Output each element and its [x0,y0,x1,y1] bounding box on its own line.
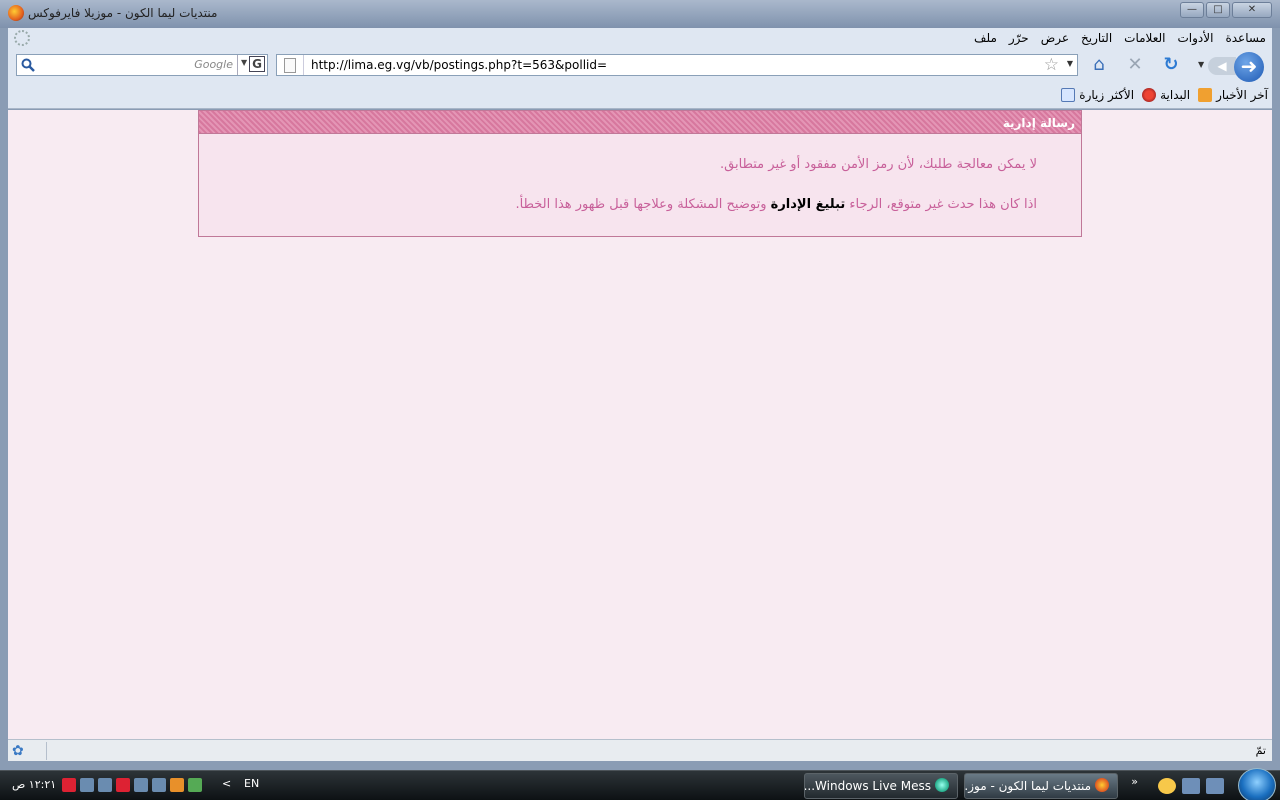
addon-status-icon[interactable]: ✿ [12,743,24,759]
stop-icon[interactable]: ✕ [1124,55,1146,75]
address-bar[interactable]: http://lima.eg.vg/vb/postings.php?t=563&… [276,54,1078,76]
quick-launch [1158,778,1224,794]
reload-icon[interactable]: ↻ [1160,55,1182,75]
messenger-smiley-icon[interactable] [1158,778,1176,794]
taskbar-messenger-label: Windows Live Mess... [804,779,931,793]
power-icon[interactable] [98,778,112,792]
bookmark-label: البداية [1160,88,1191,102]
bookmark-folder-icon [1061,88,1076,102]
admin-message-body: لا يمكن معالجة طلبك، لأن رمز الأمن مفقود… [515,155,1037,215]
history-dropdown-icon[interactable]: ▼ [1198,60,1204,69]
admin-message-title: رسالة إدارية [1002,116,1075,130]
menu-history[interactable]: التاريخ [1081,31,1112,45]
taskbar: » منتديات ليما الكون - موز... Windows Li… [0,768,1280,800]
chevron-down-icon[interactable]: ▼ [1067,59,1073,68]
update-icon[interactable] [170,778,184,792]
search-input[interactable]: Google ▼ G [16,54,268,76]
status-divider [46,742,47,760]
menu-file[interactable]: ملف [974,31,997,45]
language-indicator[interactable]: EN [244,777,259,790]
volume-muted-icon[interactable] [62,778,76,792]
search-icon[interactable] [21,58,35,72]
show-desktop-icon[interactable] [1206,778,1224,794]
browser-window: منتديات ليما الكون - موزيلا فايرفوكس — □… [0,0,1280,770]
bookmarks-toolbar: الأكثر زيارة البداية آخر الأخبار [8,82,1272,109]
antivirus-icon[interactable] [116,778,130,792]
tray-expand-icon[interactable]: < [222,777,231,790]
monitor-icon[interactable] [134,778,148,792]
bookmark-latest-headlines[interactable]: آخر الأخبار [1198,88,1268,102]
menu-view[interactable]: عرض [1041,31,1069,45]
close-button[interactable]: ✕ [1232,2,1272,18]
network-icon[interactable] [80,778,94,792]
admin-message-header: رسالة إدارية [199,111,1081,134]
messenger-status-icon[interactable] [188,778,202,792]
menu-bar: ملف حرّر عرض التاريخ العلامات الأدوات مس… [8,28,1272,50]
url-divider [303,55,304,75]
minimize-button[interactable]: — [1180,2,1204,18]
instructions-text-before: اذا كان هذا حدث غير متوقع، الرجاء [849,197,1037,212]
star-icon[interactable]: ☆ [1044,55,1059,75]
back-forward-group: ▼ ◀ ➜ [1194,52,1264,82]
back-button[interactable]: ➜ [1234,52,1264,82]
system-tray [62,778,202,792]
google-icon: G [249,56,265,72]
bookmark-label: آخر الأخبار [1216,88,1268,102]
instructions-text-after: وتوضيح المشكلة وعلاجها قبل ظهور هذا الخط… [515,197,767,212]
status-text: تمّ [1255,744,1266,757]
navigation-toolbar: Google ▼ G http://lima.eg.vg/vb/postings… [8,50,1272,82]
menu-bookmarks[interactable]: العلامات [1124,31,1165,45]
menu-help[interactable]: مساعدة [1225,31,1266,45]
bookmark-label: الأكثر زيارة [1079,88,1135,102]
bookmark-site-icon [1142,88,1157,102]
quicklaunch-more-icon[interactable]: » [1131,775,1138,788]
page-content: رسالة إدارية لا يمكن معالجة طلبك، لأن رم… [8,110,1272,739]
throbber-icon [14,30,30,46]
taskbar-firefox-button[interactable]: منتديات ليما الكون - موز... [964,773,1118,799]
firefox-icon [1095,778,1109,792]
contact-admin-link[interactable]: تبليغ الإدارة [771,197,846,212]
tool-icon[interactable] [152,778,166,792]
title-bar[interactable]: منتديات ليما الكون - موزيلا فايرفوكس — □… [0,0,1280,28]
taskbar-messenger-button[interactable]: Windows Live Mess... [804,773,958,799]
chevron-down-icon: ▼ [241,58,248,67]
bookmark-getting-started[interactable]: البداية [1142,88,1190,102]
firefox-icon[interactable] [8,5,24,21]
window-controls: — □ ✕ [1180,2,1272,18]
page-icon [284,58,296,73]
search-engine-button[interactable]: ▼ G [237,55,267,75]
url-text[interactable]: http://lima.eg.vg/vb/postings.php?t=563&… [311,58,607,72]
bookmarks-list: الأكثر زيارة البداية آخر الأخبار [1061,88,1268,102]
window-title: منتديات ليما الكون - موزيلا فايرفوكس [28,6,218,20]
admin-message-panel: رسالة إدارية لا يمكن معالجة طلبك، لأن رم… [198,110,1082,237]
switch-windows-icon[interactable] [1182,778,1200,794]
taskbar-firefox-label: منتديات ليما الكون - موز... [964,779,1091,793]
maximize-button[interactable]: □ [1206,2,1230,18]
home-icon[interactable]: ⌂ [1088,55,1110,75]
error-message-line: لا يمكن معالجة طلبك، لأن رمز الأمن مفقود… [720,157,1037,172]
menu-items: ملف حرّر عرض التاريخ العلامات الأدوات مس… [974,31,1266,45]
bookmark-most-visited[interactable]: الأكثر زيارة [1061,88,1134,102]
menu-tools[interactable]: الأدوات [1178,31,1214,45]
rss-icon [1198,88,1213,102]
menu-edit[interactable]: حرّر [1009,31,1029,45]
start-button[interactable] [1238,768,1276,800]
status-bar: ✿ تمّ [8,739,1272,761]
error-instructions-line: اذا كان هذا حدث غير متوقع، الرجاء تبليغ … [515,195,1037,215]
messenger-icon [935,778,949,792]
search-placeholder: Google [194,58,233,71]
forward-button[interactable]: ◀ [1208,57,1236,75]
clock[interactable]: ١٢:٢١ ص [12,778,56,791]
